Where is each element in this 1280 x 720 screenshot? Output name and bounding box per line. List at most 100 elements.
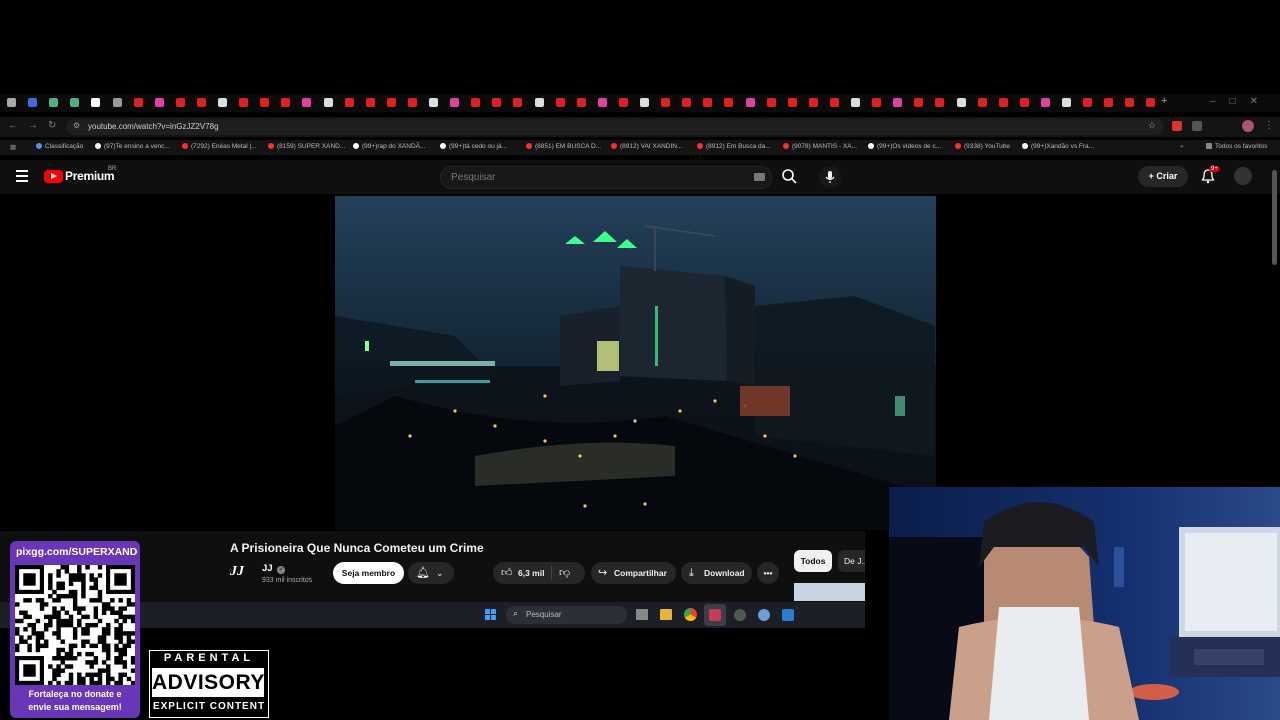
new-tab-icon[interactable]: +: [1161, 95, 1167, 107]
browser-tab[interactable]: [344, 98, 354, 107]
bookmark-item[interactable]: (9078) MANTIS - XA...: [783, 143, 857, 150]
search-input[interactable]: Pesquisar: [440, 166, 772, 189]
bookmark-item[interactable]: (99+)Xandão vs Fra...: [1022, 143, 1094, 150]
more-bookmarks-icon[interactable]: »: [1180, 143, 1184, 150]
browser-tab[interactable]: [1146, 98, 1156, 107]
browser-tab[interactable]: [196, 98, 206, 107]
browser-tab[interactable]: [513, 98, 523, 107]
bookmark-star-icon[interactable]: ☆: [1148, 120, 1156, 131]
bookmark-item[interactable]: (8912) Em Busca da...: [697, 143, 771, 150]
create-button[interactable]: + Criar: [1138, 166, 1188, 187]
chrome-icon[interactable]: [684, 608, 697, 621]
browser-tab[interactable]: [998, 98, 1008, 107]
browser-tab[interactable]: [154, 98, 164, 107]
browser-tab[interactable]: [302, 98, 312, 107]
like-button[interactable]: 👍︎: [501, 562, 513, 584]
notifications-button[interactable]: 9+: [1200, 166, 1220, 189]
browser-tab[interactable]: [576, 98, 586, 107]
browser-tab[interactable]: [618, 98, 628, 107]
browser-tab[interactable]: [323, 98, 333, 107]
browser-tab[interactable]: [28, 98, 38, 107]
browser-tab[interactable]: [112, 98, 122, 107]
join-button[interactable]: Seja membro: [333, 562, 404, 584]
bookmark-item[interactable]: (8912) VAI XANDIN...: [611, 143, 682, 150]
browser-tab[interactable]: [787, 98, 797, 107]
browser-tab[interactable]: [492, 98, 502, 107]
bookmark-item[interactable]: (8851) EM BUSCA D...: [526, 143, 601, 150]
browser-tab[interactable]: [365, 98, 375, 107]
dislike-button[interactable]: 👎︎: [559, 562, 570, 584]
hamburger-menu-icon[interactable]: [16, 170, 28, 182]
browser-tab[interactable]: [872, 98, 882, 107]
app-icon-circle[interactable]: [734, 609, 746, 621]
bookmark-item[interactable]: Classificação: [36, 143, 83, 150]
download-button[interactable]: ⤓ Download: [681, 562, 752, 584]
browser-tab[interactable]: [7, 98, 16, 107]
browser-tab[interactable]: [597, 98, 607, 107]
browser-tab[interactable]: [1083, 98, 1093, 107]
browser-tab[interactable]: [239, 98, 249, 107]
windows-start-icon[interactable]: [485, 609, 497, 621]
browser-tab[interactable]: [724, 98, 734, 107]
page-scrollbar[interactable]: [1272, 170, 1277, 265]
extension-icon[interactable]: [1172, 121, 1182, 131]
reload-icon[interactable]: ↻: [48, 120, 56, 131]
browser-tab[interactable]: [471, 98, 481, 107]
browser-tab[interactable]: [1062, 98, 1071, 107]
omnibox[interactable]: ⚙ youtube.com/watch?v=inGzJZ2V78g ☆: [66, 119, 1164, 135]
browser-tab[interactable]: [766, 98, 776, 107]
browser-tab[interactable]: [70, 98, 80, 107]
profile-avatar[interactable]: [1242, 120, 1254, 132]
app-icon-blue[interactable]: [782, 609, 794, 621]
account-avatar[interactable]: [1234, 167, 1252, 185]
browser-tab[interactable]: [218, 98, 227, 107]
window-controls[interactable]: –□✕: [1210, 96, 1272, 107]
browser-tab[interactable]: [133, 98, 143, 107]
channel-name-row[interactable]: JJ ✓: [262, 563, 286, 574]
browser-tab[interactable]: [555, 98, 565, 107]
browser-tab[interactable]: [745, 98, 755, 107]
browser-tab[interactable]: [914, 98, 924, 107]
browser-tab[interactable]: [49, 98, 59, 107]
recommended-thumbnail[interactable]: [794, 583, 865, 601]
menu-kebab-icon[interactable]: ⋮: [1264, 120, 1274, 131]
browser-tab[interactable]: [956, 98, 966, 107]
browser-tab[interactable]: [851, 98, 860, 107]
bookmark-item[interactable]: (7292) Enéas Metal |...: [182, 143, 257, 150]
subscription-bell-button[interactable]: 🔔︎ ⌄: [408, 562, 454, 584]
browser-tab[interactable]: [935, 98, 945, 107]
apps-grid-icon[interactable]: ▦: [10, 143, 16, 151]
browser-tab[interactable]: [682, 98, 692, 107]
chip-channel[interactable]: De J...: [838, 550, 865, 572]
bookmark-item[interactable]: (99+)tá cedo ou já...: [440, 143, 507, 150]
browser-tab[interactable]: [1125, 98, 1135, 107]
forward-icon[interactable]: →: [28, 120, 38, 131]
channel-name[interactable]: JJ: [262, 563, 273, 574]
share-button[interactable]: ↪ Compartilhar: [591, 562, 676, 584]
browser-tab[interactable]: [893, 98, 903, 107]
browser-tab[interactable]: [1104, 98, 1114, 107]
browser-tab[interactable]: [429, 98, 438, 107]
all-bookmarks-link[interactable]: Todos os favoritos: [1206, 143, 1267, 150]
voice-search-button[interactable]: [819, 166, 841, 188]
bookmark-item[interactable]: (99+)rap do XANDÃ...: [353, 143, 425, 150]
taskbar-search-input[interactable]: ⌕ Pesquisar: [506, 606, 627, 624]
browser-tab[interactable]: [808, 98, 818, 107]
browser-tab[interactable]: [703, 98, 713, 107]
bookmark-item[interactable]: (99+)Os vídeos de c...: [868, 143, 941, 150]
bookmark-item[interactable]: (97)Te ensino a venc...: [95, 143, 170, 150]
bookmark-item[interactable]: (8159) SUPER XAND...: [268, 143, 345, 150]
search-button[interactable]: [776, 166, 802, 187]
browser-tab[interactable]: [260, 98, 270, 107]
browser-tab[interactable]: [175, 98, 185, 107]
browser-tab[interactable]: [281, 98, 291, 107]
browser-tab[interactable]: [386, 98, 396, 107]
video-player[interactable]: [335, 196, 936, 530]
more-actions-icon[interactable]: •••: [757, 562, 779, 584]
task-view-icon[interactable]: [636, 609, 648, 620]
browser-tab[interactable]: [977, 98, 987, 107]
browser-tab[interactable]: [1019, 98, 1029, 107]
browser-tab[interactable]: [1040, 98, 1050, 107]
file-explorer-icon[interactable]: [660, 609, 672, 620]
site-info-icon[interactable]: ⚙: [73, 121, 80, 130]
